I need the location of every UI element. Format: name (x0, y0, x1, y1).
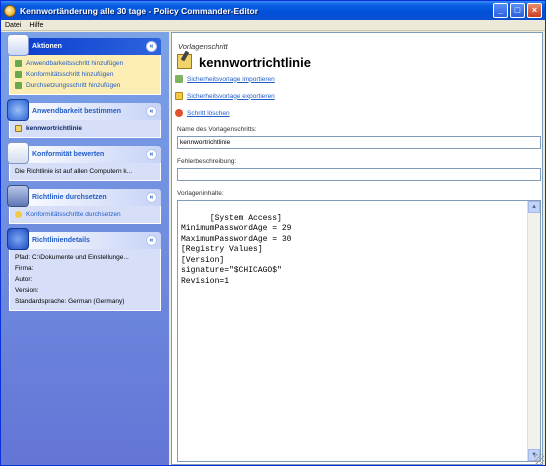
template-content-text: [System Access] MinimumPasswordAge = 29 … (181, 213, 292, 286)
info-icon (7, 228, 29, 250)
export-icon (175, 92, 183, 100)
detail-row: Pfad: C:\Dokumente und Einstellunge... (15, 254, 129, 261)
action-add-enforcement[interactable]: Durchsetzungsschritt hinzufügen (15, 80, 155, 91)
panel-anwendbarkeit-body: kennwortrichtlinie (9, 120, 161, 138)
bulb-icon (15, 211, 22, 218)
action-label: Anwendbarkeitsschritt hinzufügen (26, 60, 124, 67)
content-label: Vorlageninhalte: (177, 190, 224, 197)
resize-grip-icon[interactable] (534, 454, 544, 464)
panel-durchsetzen-body: Konformitätsschritte durchsetzen (9, 206, 161, 224)
task-pane: Aktionen « Anwendbarkeitsschritt hinzufü… (1, 32, 169, 465)
import-icon (175, 75, 183, 83)
panel-anwendbarkeit: Anwendbarkeit bestimmen « kennwortrichtl… (7, 99, 161, 138)
collapse-icon[interactable]: « (146, 41, 157, 52)
step-label: kennwortrichtlinie (26, 125, 82, 132)
error-description-input[interactable] (177, 168, 541, 181)
delete-label: Schritt löschen (187, 109, 230, 117)
collapse-icon[interactable]: « (146, 149, 157, 160)
panel-durchsetzen-title: Richtlinie durchsetzen (32, 194, 107, 201)
action-add-compliance[interactable]: Konformitätsschritt hinzufügen (15, 69, 155, 80)
name-label: Name des Vorlagenschritts: (177, 126, 257, 133)
detail-row: Firma: (15, 265, 34, 272)
error-label: Fehlerbeschreibung: (177, 158, 237, 165)
panel-anwendbarkeit-header[interactable]: Anwendbarkeit bestimmen « (7, 99, 161, 121)
menu-datei[interactable]: Datei (1, 22, 25, 29)
title-bar[interactable]: Kennwortänderung alle 30 tage - Policy C… (1, 1, 545, 20)
step-kennwortrichtlinie[interactable]: kennwortrichtlinie (15, 123, 155, 134)
panel-details-body: Pfad: C:\Dokumente und Einstellunge... F… (9, 249, 161, 311)
panel-aktionen-body: Anwendbarkeitsschritt hinzufügen Konform… (9, 55, 161, 95)
maximize-button[interactable]: □ (510, 3, 525, 18)
app-window: Kennwortänderung alle 30 tage - Policy C… (0, 0, 546, 466)
template-content-textarea[interactable]: [System Access] MinimumPasswordAge = 29 … (177, 200, 541, 462)
app-icon (4, 4, 16, 17)
menu-bar: Datei Hilfe (1, 20, 545, 31)
panel-durchsetzen: Richtlinie durchsetzen « Konformitätssch… (7, 185, 161, 224)
template-step-icon (15, 125, 22, 132)
menu-hilfe[interactable]: Hilfe (25, 22, 47, 29)
export-template-link[interactable]: Sicherheitsvorlage exportieren (175, 92, 275, 100)
enforce-compliance-steps[interactable]: Konformitätsschritte durchsetzen (15, 209, 155, 220)
panel-aktionen-title: Aktionen (32, 43, 62, 50)
step-name-input[interactable]: kennwortrichtlinie (177, 136, 541, 149)
action-label: Konformitätsschritt hinzufügen (26, 71, 114, 78)
panel-konformitaet-body: Die Richtlinie ist auf allen Computern k… (9, 163, 161, 181)
panel-aktionen: Aktionen « Anwendbarkeitsschritt hinzufü… (7, 34, 161, 95)
import-label: Sicherheitsvorlage importieren (187, 75, 275, 83)
compliance-step[interactable]: Die Richtlinie ist auf allen Computern k… (15, 166, 155, 177)
close-button[interactable]: × (527, 3, 542, 18)
panel-anwendbarkeit-title: Anwendbarkeit bestimmen (32, 108, 122, 115)
applicability-icon (7, 99, 29, 121)
compliance-step-label: Die Richtlinie ist auf allen Computern k… (15, 168, 133, 175)
detail-row: Autor: (15, 276, 33, 283)
import-template-link[interactable]: Sicherheitsvorlage importieren (175, 75, 275, 83)
collapse-icon[interactable]: « (146, 192, 157, 203)
action-label: Durchsetzungsschritt hinzufügen (26, 82, 121, 89)
panel-details: Richtliniendetails « Pfad: C:\Dokumente … (7, 228, 161, 311)
panel-details-header[interactable]: Richtliniendetails « (7, 228, 161, 250)
page-title: kennwortrichtlinie (199, 55, 311, 70)
enforce-label: Konformitätsschritte durchsetzen (26, 211, 121, 218)
panel-konformitaet: Konformität bewerten « Die Richtlinie is… (7, 142, 161, 181)
delete-step-link[interactable]: Schritt löschen (175, 109, 230, 117)
panel-aktionen-header[interactable]: Aktionen « (7, 34, 161, 56)
export-label: Sicherheitsvorlage exportieren (187, 92, 275, 100)
add-step-icon (15, 60, 22, 67)
collapse-icon[interactable]: « (146, 106, 157, 117)
vertical-scrollbar[interactable]: ▲ ▼ (527, 201, 540, 461)
enforce-icon (7, 185, 29, 207)
panel-konformitaet-title: Konformität bewerten (32, 151, 105, 158)
scroll-up-icon[interactable]: ▲ (528, 201, 540, 213)
actions-icon (7, 34, 29, 56)
add-step-icon (15, 82, 22, 89)
panel-konformitaet-header[interactable]: Konformität bewerten « (7, 142, 161, 164)
detail-row: Standardsprache: German (Germany) (15, 298, 125, 305)
main-pane: Vorlagenschritt kennwortrichtlinie Siche… (171, 32, 543, 465)
detail-row: Version: (15, 287, 39, 294)
panel-details-title: Richtliniendetails (32, 237, 90, 244)
delete-icon (175, 109, 183, 117)
compliance-icon (7, 142, 29, 164)
template-step-icon (177, 54, 192, 69)
panel-durchsetzen-header[interactable]: Richtlinie durchsetzen « (7, 185, 161, 207)
collapse-icon[interactable]: « (146, 235, 157, 246)
window-controls: _ □ × (493, 3, 542, 18)
action-add-applicability[interactable]: Anwendbarkeitsschritt hinzufügen (15, 58, 155, 69)
window-title: Kennwortänderung alle 30 tage - Policy C… (20, 5, 259, 16)
add-step-icon (15, 71, 22, 78)
minimize-button[interactable]: _ (493, 3, 508, 18)
